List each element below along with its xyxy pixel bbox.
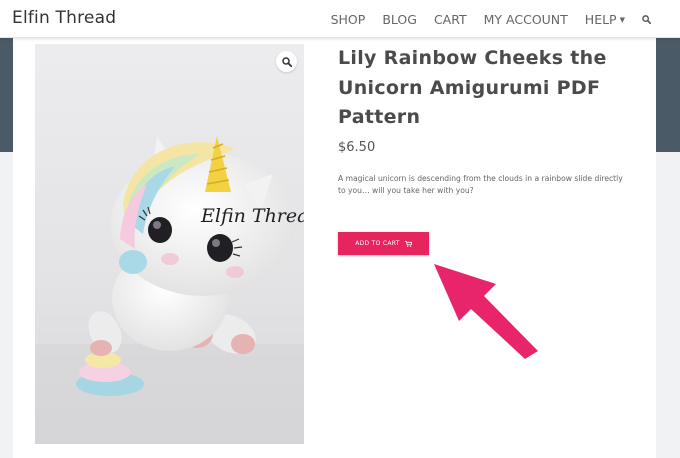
- nav-item-blog[interactable]: BLOG: [382, 12, 417, 27]
- product-image[interactable]: Elfin Thread: [35, 44, 304, 444]
- product-title: Lily Rainbow Cheeks the Unicorn Amigurum…: [338, 47, 607, 128]
- svg-text:Elfin Thread: Elfin Thread: [200, 205, 304, 227]
- nav-item-cart[interactable]: CART: [434, 12, 467, 27]
- site-brand[interactable]: Elfin Thread: [12, 8, 116, 28]
- nav-item-my-account[interactable]: MY ACCOUNT: [484, 12, 568, 27]
- add-to-cart-button[interactable]: ADD TO CART: [338, 232, 429, 255]
- nav-item-help[interactable]: HELP ▼: [585, 12, 625, 27]
- nav-item-shop[interactable]: SHOP: [331, 12, 366, 27]
- zoom-icon[interactable]: [276, 51, 297, 72]
- cart-icon: [404, 240, 412, 247]
- main-nav: SHOP BLOG CART MY ACCOUNT HELP ▼: [331, 0, 680, 38]
- top-navbar: Elfin Thread SHOP BLOG CART MY ACCOUNT H…: [0, 0, 680, 38]
- caret-down-icon: ▼: [619, 15, 625, 24]
- pointer-arrow-icon: [434, 264, 538, 359]
- nav-item-help-label: HELP: [584, 11, 617, 27]
- product-description: A magical unicorn is descending from the…: [338, 174, 623, 195]
- search-icon[interactable]: [641, 14, 651, 24]
- product-price: $6.50: [338, 140, 376, 155]
- add-to-cart-label: ADD TO CART: [355, 240, 400, 247]
